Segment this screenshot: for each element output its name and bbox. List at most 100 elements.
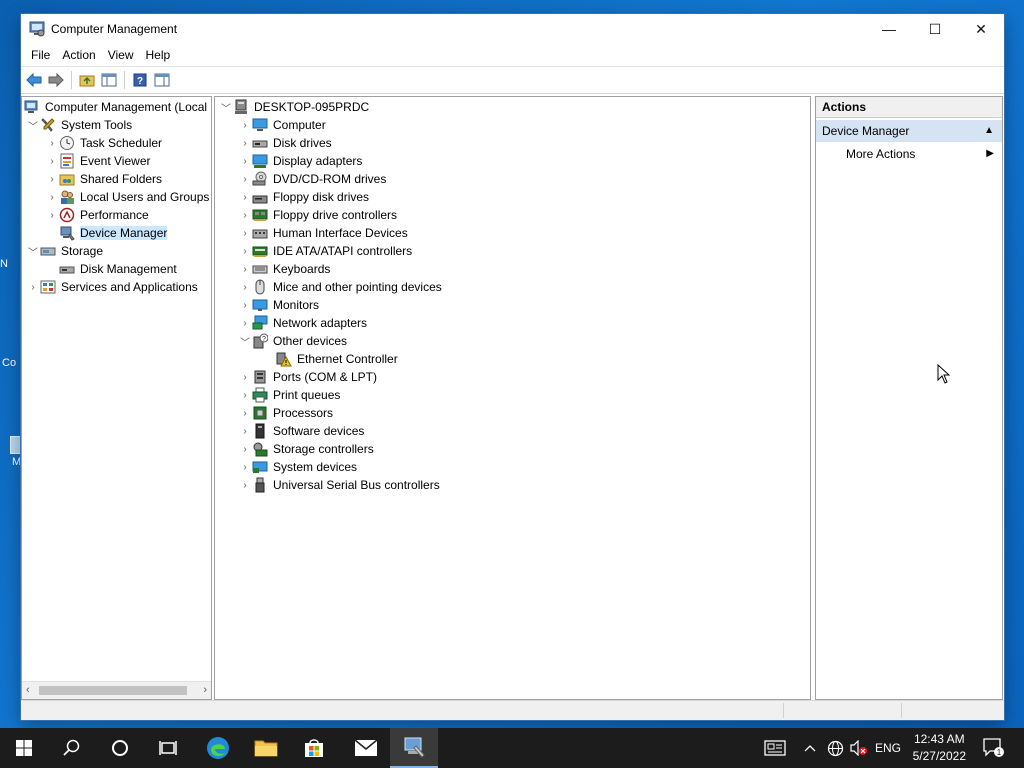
chevron-right-icon[interactable]: ›: [238, 260, 252, 278]
device-category-ide[interactable]: › IDE ATA/ATAPI controllers: [238, 242, 412, 260]
device-category-floppy-controllers[interactable]: › Floppy drive controllers: [238, 206, 397, 224]
device-ethernet-controller[interactable]: Ethernet Controller: [276, 350, 398, 368]
show-hidden-icons-button[interactable]: [800, 728, 820, 768]
console-tree-pane[interactable]: Computer Management (Local ﹀ System Tool…: [21, 96, 212, 700]
menu-action[interactable]: Action: [56, 48, 101, 62]
search-button[interactable]: [48, 728, 96, 768]
scrollbar-thumb[interactable]: [39, 686, 187, 695]
device-list-pane[interactable]: ﹀ DESKTOP-095PRDC › Computer › Disk driv…: [214, 96, 811, 700]
device-category-system-devices[interactable]: › System devices: [238, 458, 357, 476]
chevron-right-icon[interactable]: ›: [238, 386, 252, 404]
edge-button[interactable]: [194, 728, 242, 768]
collapse-up-icon[interactable]: ▲: [984, 120, 994, 142]
horizontal-scrollbar[interactable]: ‹ ›: [22, 681, 211, 699]
device-category-dvd[interactable]: › DVD/CD-ROM drives: [238, 170, 386, 188]
chevron-right-icon[interactable]: ›: [238, 296, 252, 314]
tree-item-shared-folders[interactable]: › Shared Folders: [45, 170, 162, 188]
device-category-processors[interactable]: › Processors: [238, 404, 333, 422]
minimize-button[interactable]: —: [866, 14, 912, 44]
scroll-left-icon[interactable]: ‹: [26, 684, 30, 696]
device-category-display-adapters[interactable]: › Display adapters: [238, 152, 362, 170]
tree-item-disk-management[interactable]: Disk Management: [59, 260, 177, 278]
action-center-button[interactable]: 1: [978, 728, 1010, 768]
tree-item-root[interactable]: Computer Management (Local: [24, 98, 207, 116]
chevron-down-icon[interactable]: ﹀: [26, 116, 40, 134]
tree-item-system-tools[interactable]: ﹀ System Tools: [26, 116, 132, 134]
chevron-right-icon[interactable]: ›: [45, 170, 59, 188]
chevron-right-icon[interactable]: ›: [45, 188, 59, 206]
chevron-right-icon[interactable]: ›: [238, 314, 252, 332]
chevron-right-icon[interactable]: ›: [238, 278, 252, 296]
chevron-right-icon[interactable]: ›: [238, 206, 252, 224]
chevron-right-icon[interactable]: ›: [238, 152, 252, 170]
device-category-keyboards[interactable]: › Keyboards: [238, 260, 330, 278]
device-category-network[interactable]: › Network adapters: [238, 314, 367, 332]
tree-item-event-viewer[interactable]: › Event Viewer: [45, 152, 150, 170]
chevron-right-icon[interactable]: ›: [238, 242, 252, 260]
chevron-right-icon[interactable]: ›: [238, 458, 252, 476]
close-button[interactable]: ✕: [958, 14, 1004, 44]
computer-management-taskbar-button[interactable]: [390, 728, 438, 768]
maximize-button[interactable]: ☐: [912, 14, 958, 44]
chevron-right-icon[interactable]: ›: [238, 188, 252, 206]
start-button[interactable]: [0, 728, 48, 768]
chevron-right-icon[interactable]: ›: [238, 116, 252, 134]
show-hide-console-tree-button[interactable]: [100, 71, 118, 89]
menu-view[interactable]: View: [102, 48, 140, 62]
chevron-right-icon[interactable]: ›: [238, 422, 252, 440]
tree-item-task-scheduler[interactable]: › Task Scheduler: [45, 134, 162, 152]
device-category-mice[interactable]: › Mice and other pointing devices: [238, 278, 442, 296]
task-view-button[interactable]: [144, 728, 192, 768]
device-category-floppy-disk[interactable]: › Floppy disk drives: [238, 188, 369, 206]
chevron-right-icon[interactable]: ›: [238, 476, 252, 494]
menu-help[interactable]: Help: [140, 48, 177, 62]
file-explorer-button[interactable]: [242, 728, 290, 768]
device-host[interactable]: ﹀ DESKTOP-095PRDC: [219, 98, 369, 116]
device-category-usb[interactable]: › Universal Serial Bus controllers: [238, 476, 440, 494]
device-category-disk-drives[interactable]: › Disk drives: [238, 134, 331, 152]
chevron-right-icon[interactable]: ›: [45, 134, 59, 152]
tree-item-local-users[interactable]: › Local Users and Groups: [45, 188, 209, 206]
show-hide-action-pane-button[interactable]: [153, 71, 171, 89]
cortana-button[interactable]: [96, 728, 144, 768]
device-category-print-queues[interactable]: › Print queues: [238, 386, 340, 404]
chevron-right-icon[interactable]: ›: [238, 368, 252, 386]
tree-item-performance[interactable]: › Performance: [45, 206, 149, 224]
device-category-hid[interactable]: › Human Interface Devices: [238, 224, 407, 242]
mail-button[interactable]: [342, 728, 390, 768]
tree-item-services-applications[interactable]: › Services and Applications: [26, 278, 197, 296]
title-bar[interactable]: Computer Management — ☐ ✕: [21, 14, 1004, 44]
chevron-right-icon[interactable]: ›: [26, 278, 40, 296]
device-category-ports[interactable]: › Ports (COM & LPT): [238, 368, 377, 386]
device-category-storage-controllers[interactable]: › Storage controllers: [238, 440, 374, 458]
network-tray-button[interactable]: [824, 728, 846, 768]
device-category-computer[interactable]: › Computer: [238, 116, 325, 134]
volume-tray-button[interactable]: [848, 728, 870, 768]
chevron-down-icon[interactable]: ﹀: [26, 242, 40, 260]
device-category-monitors[interactable]: › Monitors: [238, 296, 319, 314]
chevron-right-icon[interactable]: ›: [45, 152, 59, 170]
chevron-down-icon[interactable]: ﹀: [238, 332, 252, 350]
chevron-right-icon[interactable]: ›: [45, 206, 59, 224]
tree-item-storage[interactable]: ﹀ Storage: [26, 242, 103, 260]
clock[interactable]: 12:43 AM 5/27/2022: [913, 731, 966, 765]
more-actions-item[interactable]: More Actions ▶: [816, 144, 1002, 164]
chevron-right-icon[interactable]: ›: [238, 170, 252, 188]
news-button[interactable]: [760, 728, 790, 768]
chevron-right-icon[interactable]: ›: [238, 134, 252, 152]
scroll-right-icon[interactable]: ›: [203, 684, 207, 696]
chevron-right-icon[interactable]: ›: [238, 440, 252, 458]
menu-file[interactable]: File: [25, 48, 56, 62]
tree-item-device-manager[interactable]: Device Manager: [59, 224, 168, 242]
up-one-level-button[interactable]: [78, 71, 96, 89]
help-button[interactable]: ?: [131, 71, 149, 89]
chevron-right-icon[interactable]: ›: [238, 404, 252, 422]
chevron-right-icon[interactable]: ›: [238, 224, 252, 242]
chevron-down-icon[interactable]: ﹀: [219, 98, 233, 116]
forward-button[interactable]: [47, 71, 65, 89]
store-button[interactable]: [290, 728, 338, 768]
device-category-software[interactable]: › Software devices: [238, 422, 364, 440]
actions-section-device-manager[interactable]: Device Manager ▲: [816, 120, 1002, 142]
back-button[interactable]: [25, 71, 43, 89]
language-indicator[interactable]: ENG: [872, 728, 904, 768]
